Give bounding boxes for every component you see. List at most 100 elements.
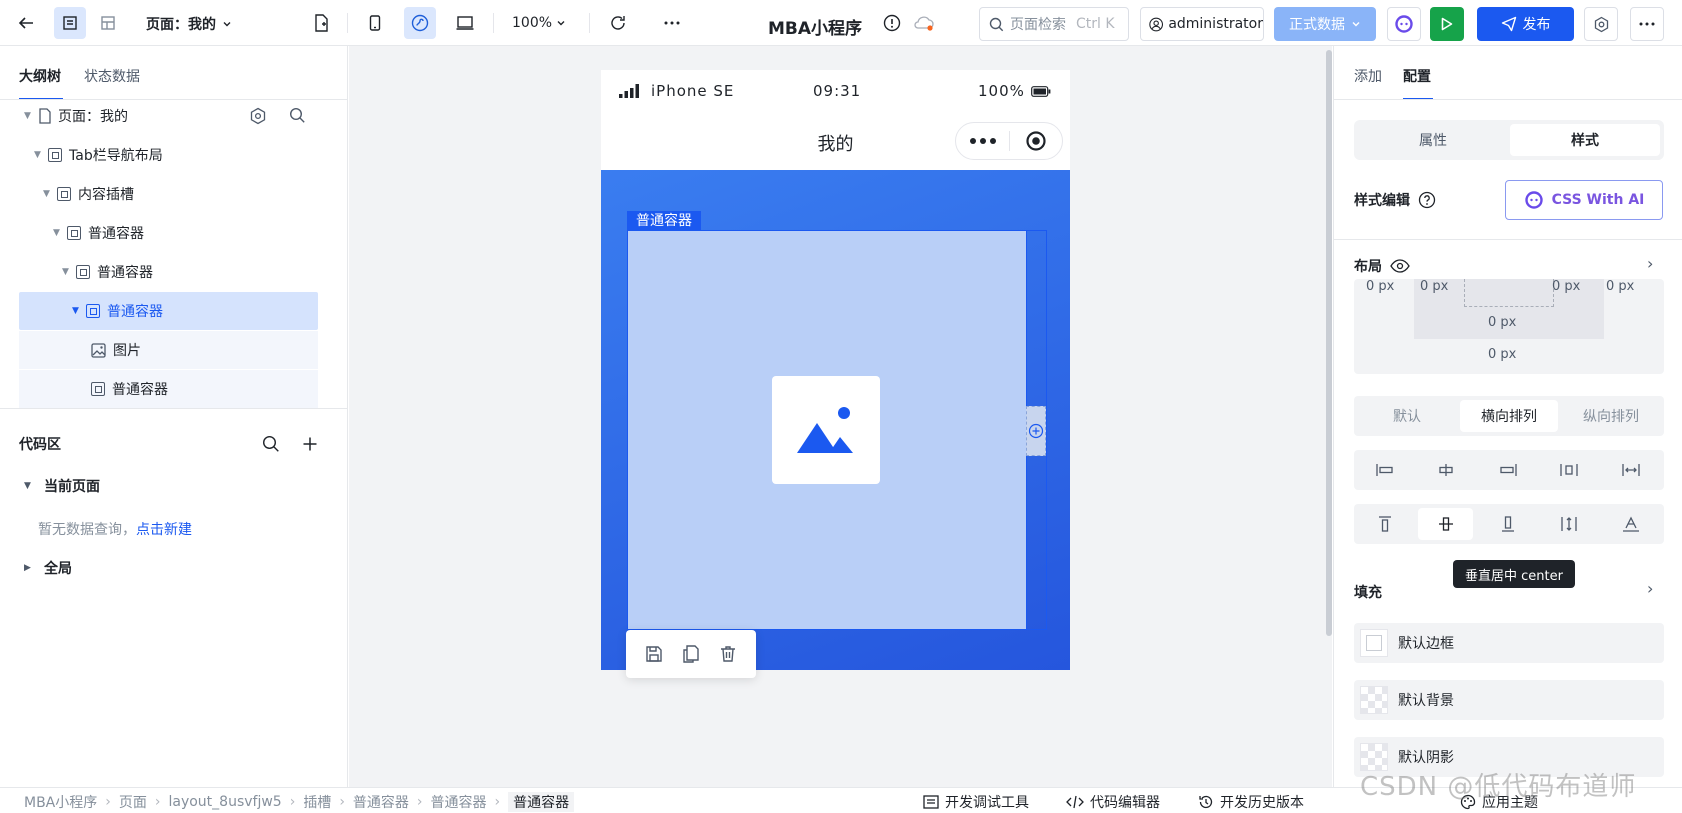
tree-node-image[interactable]: 图片	[19, 331, 318, 369]
padding-right-value[interactable]: 0 px	[1552, 279, 1580, 294]
refresh-icon[interactable]	[602, 7, 634, 39]
caret-down-icon[interactable]: ▼	[43, 189, 53, 199]
user-menu[interactable]: administrator	[1140, 7, 1264, 41]
align-center-icon[interactable]	[1418, 508, 1473, 540]
justify-end-icon[interactable]	[1480, 454, 1535, 486]
console-icon	[923, 795, 939, 809]
margin-bottom-value[interactable]: 0 px	[1488, 347, 1516, 362]
new-page-icon[interactable]	[305, 7, 337, 39]
list-view-icon[interactable]	[54, 7, 86, 39]
direction-column[interactable]: 纵向排列	[1562, 400, 1660, 432]
justify-start-icon[interactable]	[1357, 454, 1412, 486]
align-top-icon[interactable]	[1357, 508, 1412, 540]
more-menu-button[interactable]	[1630, 7, 1664, 41]
publish-button[interactable]: 发布	[1477, 7, 1574, 41]
copy-icon[interactable]	[682, 645, 700, 663]
history-button[interactable]: 开发历史版本	[1198, 792, 1304, 812]
padding-bottom-value[interactable]: 0 px	[1488, 315, 1516, 330]
code-section-current-page[interactable]: ▼ 当前页面	[24, 476, 100, 496]
tab-outline-tree[interactable]: 大纲树	[19, 66, 61, 86]
align-baseline-icon[interactable]	[1603, 508, 1658, 540]
justify-between-icon[interactable]	[1541, 454, 1596, 486]
run-button[interactable]	[1430, 7, 1464, 41]
margin-right-value[interactable]: 0 px	[1606, 279, 1634, 294]
chevron-right-icon[interactable]: ›	[1647, 254, 1653, 273]
dev-tools-button[interactable]: 开发调试工具	[923, 792, 1029, 812]
code-editor-button[interactable]: 代码编辑器	[1066, 792, 1160, 812]
padding-left-value[interactable]: 0 px	[1420, 279, 1448, 294]
cloud-sync-icon[interactable]	[908, 7, 940, 39]
mobile-device-icon[interactable]	[359, 7, 391, 39]
tree-node-tab-layout[interactable]: ▼ Tab栏导航布局	[19, 136, 318, 174]
image-placeholder[interactable]	[772, 376, 880, 484]
publish-label: 发布	[1522, 17, 1551, 33]
page-search-input[interactable]: 页面检索 Ctrl K	[979, 7, 1129, 41]
delete-icon[interactable]	[719, 645, 737, 663]
canvas-scrollbar[interactable]	[1326, 50, 1332, 636]
tab-state-data[interactable]: 状态数据	[84, 66, 140, 86]
breadcrumb-item[interactable]: 插槽	[303, 792, 331, 812]
more-icon[interactable]	[656, 7, 688, 39]
create-query-link[interactable]: 点击新建	[136, 522, 192, 538]
breadcrumb-item[interactable]: 普通容器	[431, 792, 487, 812]
caret-down-icon[interactable]: ▼	[62, 267, 72, 277]
align-bottom-icon[interactable]	[1480, 508, 1535, 540]
back-arrow-icon[interactable]	[10, 7, 42, 39]
breadcrumb-current[interactable]: 普通容器	[508, 792, 575, 812]
caret-down-icon[interactable]: ▼	[34, 150, 44, 160]
info-icon[interactable]	[876, 7, 908, 39]
chevron-down-icon	[1352, 22, 1360, 27]
help-icon[interactable]	[1418, 191, 1436, 209]
layout-view-icon[interactable]	[92, 7, 124, 39]
breadcrumb-item[interactable]: 页面	[119, 792, 147, 812]
tree-node-container-selected[interactable]: ▼ 普通容器	[19, 292, 318, 330]
search-icon[interactable]	[262, 435, 280, 453]
chevron-right-icon[interactable]: ›	[1647, 579, 1653, 598]
align-stretch-icon[interactable]	[1541, 508, 1596, 540]
code-section-global[interactable]: ▶ 全局	[24, 558, 72, 578]
capsule-more-icon[interactable]	[956, 138, 1009, 144]
zoom-selector[interactable]: 100%	[512, 15, 566, 31]
justify-around-icon[interactable]	[1603, 454, 1658, 486]
env-selector[interactable]: 正式数据	[1274, 7, 1376, 41]
caret-down-icon[interactable]: ▼	[72, 306, 82, 316]
direction-default[interactable]: 默认	[1358, 400, 1456, 432]
search-icon[interactable]	[289, 107, 306, 124]
miniprogram-capsule[interactable]	[955, 122, 1063, 160]
fill-item-background[interactable]: 默认背景	[1354, 680, 1664, 720]
justify-center-icon[interactable]	[1418, 454, 1473, 486]
layout-section[interactable]: 布局	[1354, 256, 1410, 276]
eye-icon[interactable]	[1390, 259, 1410, 273]
save-icon[interactable]	[645, 645, 663, 663]
capsule-close-icon[interactable]	[1010, 130, 1062, 152]
breadcrumb-item[interactable]: MBA小程序	[24, 792, 97, 812]
tree-node-page[interactable]: ▼ 页面：我的	[19, 97, 318, 135]
miniprogram-device-icon[interactable]	[404, 7, 436, 39]
tab-config[interactable]: 配置	[1403, 66, 1431, 86]
caret-down-icon[interactable]: ▼	[53, 228, 63, 238]
caret-down-icon[interactable]: ▼	[24, 111, 34, 121]
tree-node-container[interactable]: ▼ 普通容器	[19, 214, 318, 252]
fill-item-border[interactable]: 默认边框	[1354, 623, 1664, 663]
segment-properties[interactable]: 属性	[1358, 124, 1508, 156]
caret-down-icon[interactable]: ▼	[24, 481, 34, 491]
tab-add[interactable]: 添加	[1354, 66, 1382, 86]
margin-left-value[interactable]: 0 px	[1366, 279, 1394, 294]
tree-node-content-slot[interactable]: ▼ 内容插槽	[19, 175, 318, 213]
add-sibling-handle[interactable]	[1026, 406, 1046, 456]
tree-node-container[interactable]: ▼ 普通容器	[19, 253, 318, 291]
ai-assistant-button[interactable]	[1387, 7, 1421, 41]
breadcrumb-item[interactable]: 普通容器	[353, 792, 409, 812]
segment-style[interactable]: 样式	[1510, 124, 1660, 156]
desktop-device-icon[interactable]	[449, 7, 481, 39]
tree-node-container[interactable]: 普通容器	[19, 370, 318, 408]
fill-section[interactable]: 填充	[1354, 582, 1382, 602]
gear-icon[interactable]	[249, 107, 267, 125]
caret-right-icon[interactable]: ▶	[24, 563, 34, 573]
breadcrumb-item[interactable]: layout_8usvfjw5	[168, 794, 281, 810]
page-selector[interactable]: 页面：我的	[146, 14, 232, 34]
plus-icon[interactable]	[302, 436, 318, 452]
direction-row[interactable]: 横向排列	[1460, 400, 1558, 432]
css-with-ai-button[interactable]: CSS With AI	[1505, 180, 1663, 220]
settings-button[interactable]	[1584, 7, 1618, 41]
